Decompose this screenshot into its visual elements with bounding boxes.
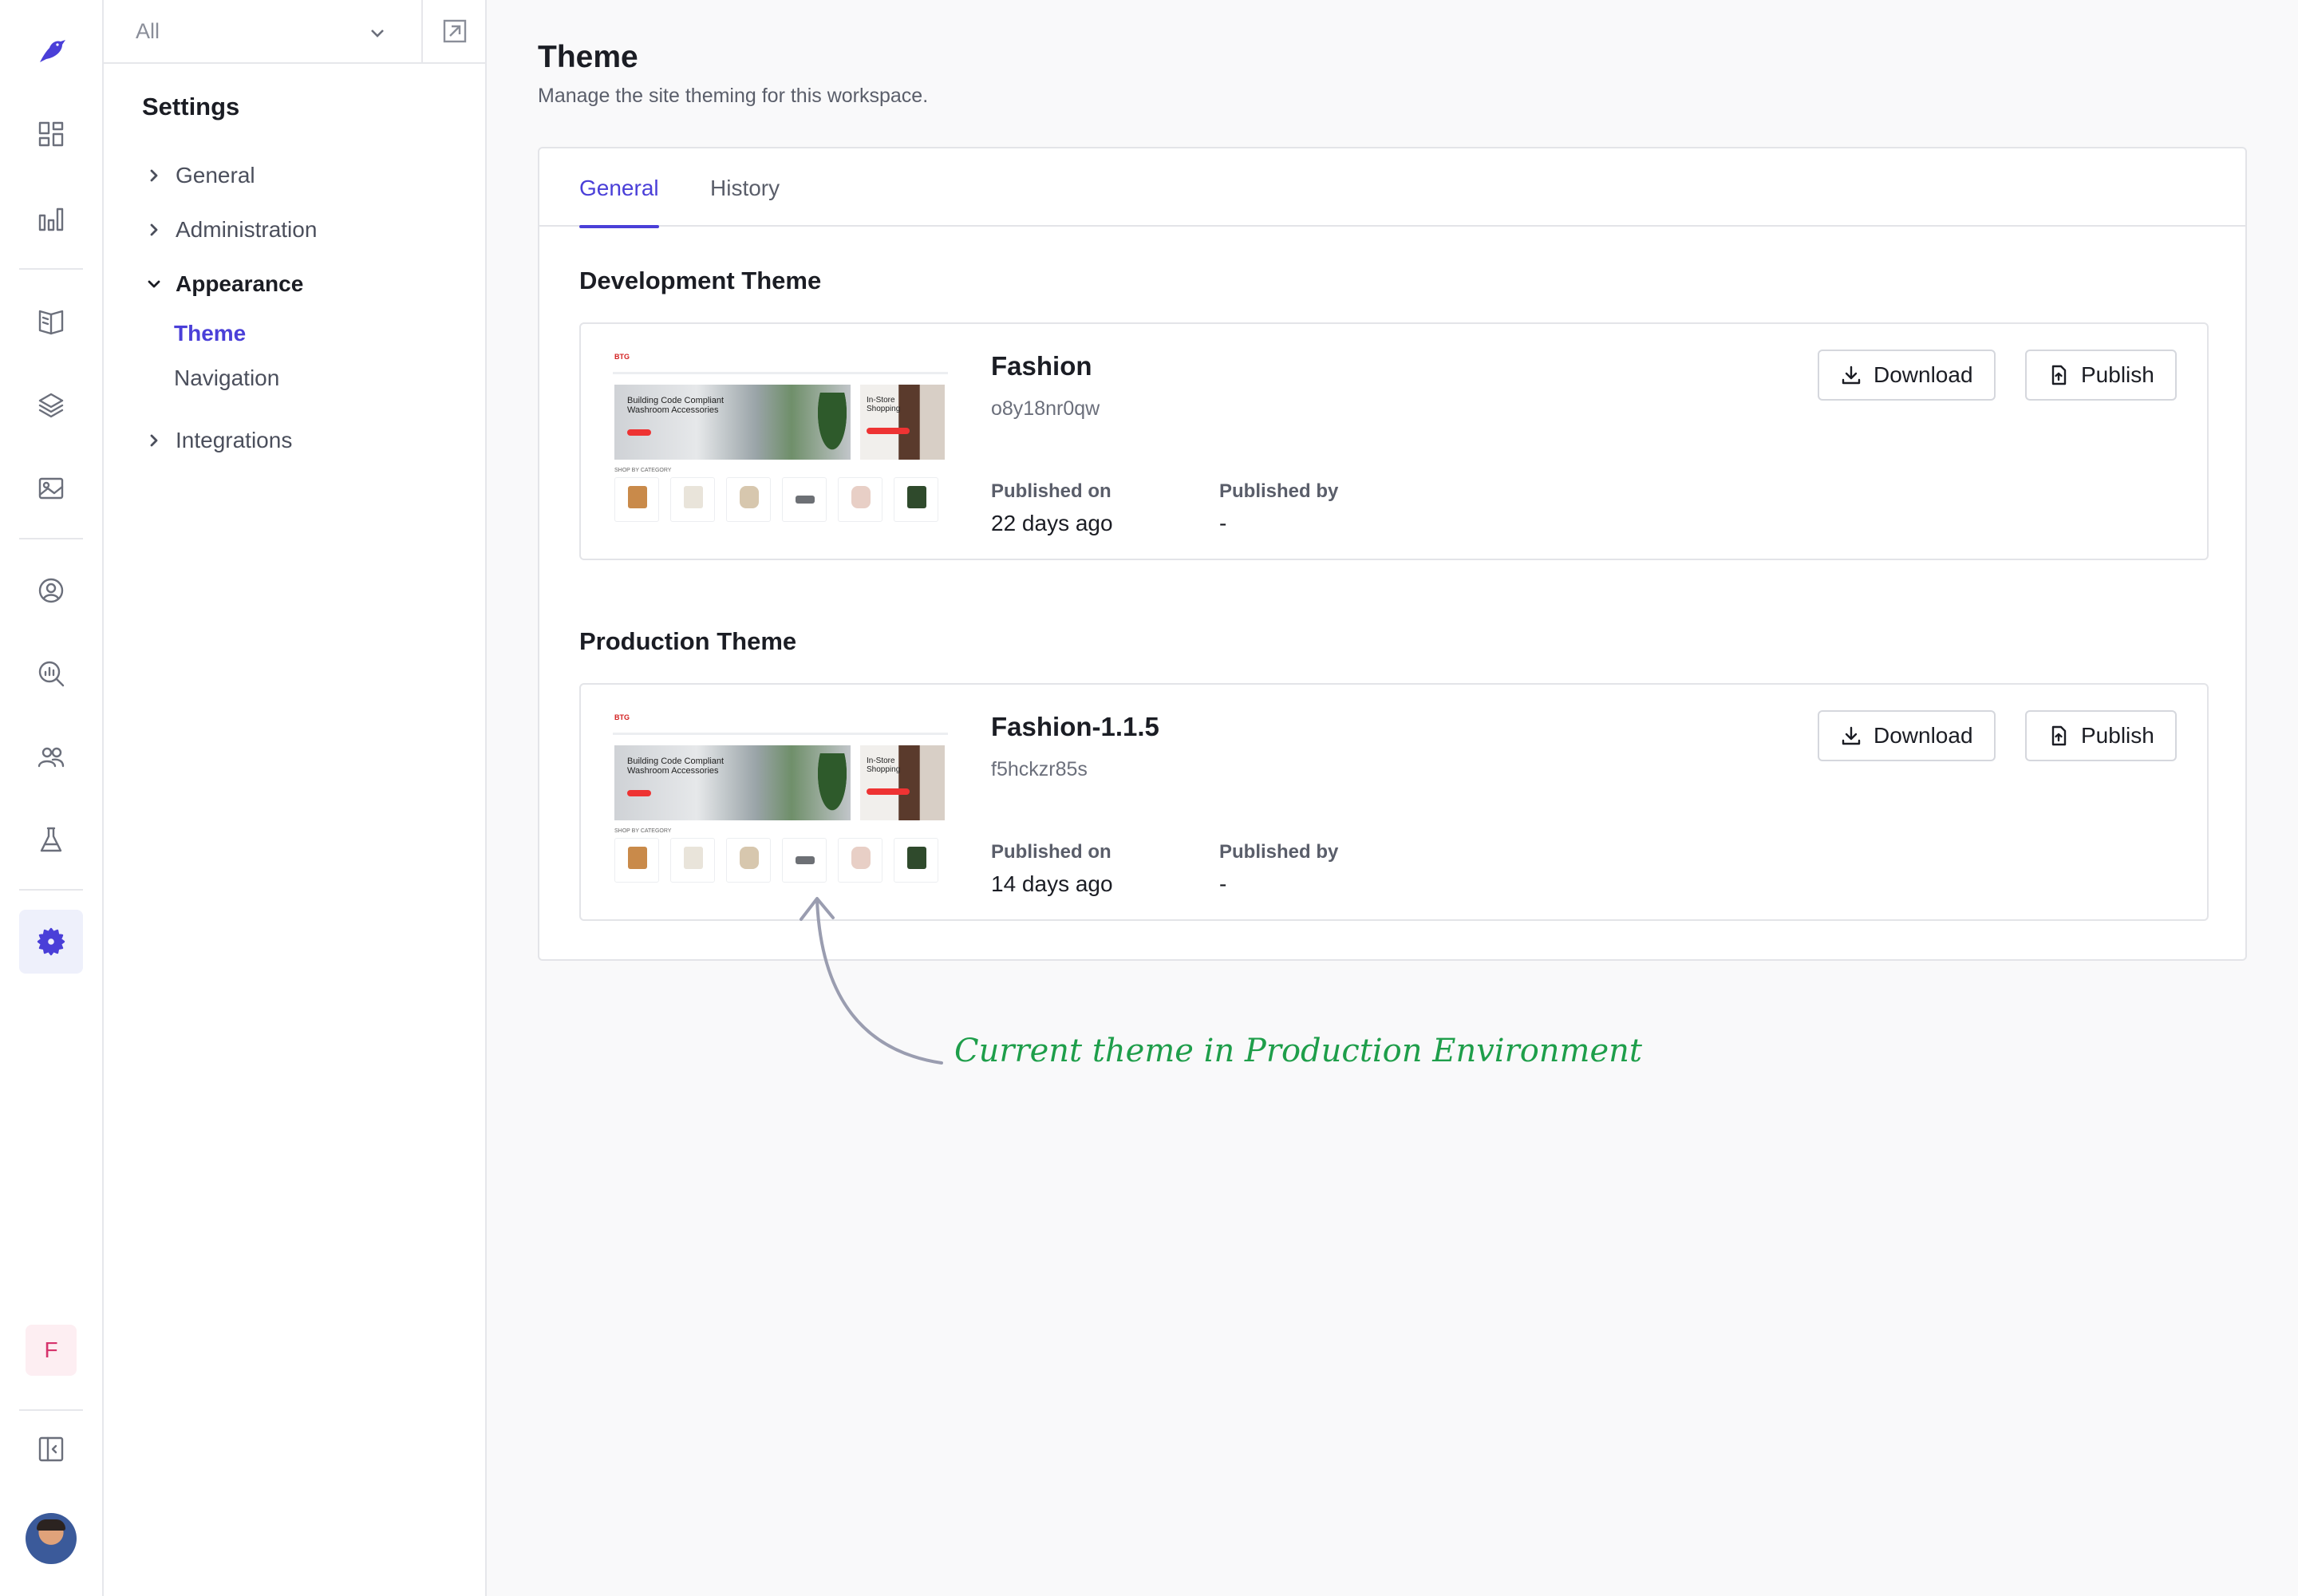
settings-sidebar: All Settings General Administration Appe… (104, 0, 487, 1596)
sidebar-subitem-theme[interactable]: Theme (174, 321, 246, 346)
published-by-value: - (1219, 871, 1227, 896)
annotation-arrow-icon (800, 897, 943, 1065)
sidebar-item-label: Appearance (176, 271, 304, 296)
theme-id: o8y18nr0qw (991, 397, 1100, 420)
sidebar-item-label: Integrations (176, 428, 293, 452)
scope-select[interactable]: All (104, 0, 423, 64)
catalog-book-icon[interactable] (19, 289, 83, 353)
sidebar-item-general[interactable]: General (142, 158, 255, 193)
production-section-title: Production Theme (579, 627, 797, 655)
thumbnail-category-label: SHOP BY CATEGORY (614, 468, 672, 473)
tab-bar: General History (539, 148, 2245, 228)
chevron-down-icon (369, 22, 386, 40)
chevron-right-icon (142, 218, 166, 242)
user-avatar[interactable] (26, 1513, 77, 1564)
download-icon (1842, 365, 1861, 385)
thumbnail-logo: BTG (614, 353, 630, 361)
production-theme-card: BTG Building Code Compliant Washroom Acc… (579, 683, 2209, 921)
page-title: Theme (538, 40, 638, 74)
thumbnail-category-label: SHOP BY CATEGORY (614, 828, 672, 834)
sidebar-item-label: Administration (176, 217, 318, 242)
settings-gear-icon[interactable] (19, 910, 83, 974)
collapse-sidebar-icon[interactable] (19, 1417, 83, 1481)
published-on-label: Published on (991, 841, 1111, 863)
chevron-right-icon (142, 164, 166, 188)
theme-name: Fashion-1.1.5 (991, 712, 1159, 741)
development-theme-card: BTG Building Code Compliant Washroom Acc… (579, 322, 2209, 560)
popout-button[interactable] (423, 0, 487, 64)
team-users-icon[interactable] (19, 725, 83, 788)
published-on-label: Published on (991, 480, 1111, 502)
published-on-value: 22 days ago (991, 511, 1113, 535)
org-badge[interactable]: F (26, 1325, 77, 1376)
media-image-icon[interactable] (19, 456, 83, 520)
sidebar-subitem-navigation[interactable]: Navigation (174, 365, 279, 391)
published-by-label: Published by (1219, 841, 1339, 863)
published-on-value: 14 days ago (991, 871, 1113, 896)
tab-general[interactable]: General (579, 176, 659, 228)
published-by-label: Published by (1219, 480, 1339, 502)
page-subtitle: Manage the site theming for this workspa… (538, 85, 929, 107)
theme-id: f5hckzr85s (991, 758, 1088, 780)
publish-button[interactable]: Publish (2025, 350, 2177, 401)
download-icon (1842, 726, 1861, 745)
publish-button[interactable]: Publish (2025, 710, 2177, 761)
download-button[interactable]: Download (1818, 350, 1996, 401)
published-by-value: - (1219, 511, 1227, 535)
sidebar-item-appearance[interactable]: Appearance (142, 267, 303, 302)
app-rail: F (0, 0, 104, 1596)
search-insights-icon[interactable] (19, 642, 83, 705)
logo-bird-icon[interactable] (19, 19, 83, 83)
thumbnail-promo-text: In-Store Shopping (867, 757, 901, 774)
development-section-title: Development Theme (579, 267, 822, 294)
thumbnail-hero-text: Building Code Compliant Washroom Accesso… (627, 757, 725, 776)
analytics-icon[interactable] (19, 187, 83, 251)
chevron-right-icon (142, 429, 166, 452)
publish-file-icon (2051, 725, 2067, 746)
thumbnail-promo-text: In-Store Shopping (867, 396, 901, 413)
open-external-icon (443, 19, 467, 43)
theme-thumbnail: BTG Building Code Compliant Washroom Acc… (613, 709, 948, 900)
thumbnail-logo: BTG (614, 713, 630, 721)
publish-file-icon (2051, 365, 2067, 385)
sidebar-item-label: General (176, 163, 255, 188)
scope-select-value: All (136, 18, 160, 43)
download-button[interactable]: Download (1818, 710, 1996, 761)
sidebar-item-administration[interactable]: Administration (142, 212, 317, 247)
sidebar-title: Settings (142, 93, 240, 120)
sidebar-item-integrations[interactable]: Integrations (142, 423, 292, 458)
annotation-text: Current theme in Production Environment (954, 1033, 1642, 1069)
theme-name: Fashion (991, 351, 1092, 381)
customers-icon[interactable] (19, 559, 83, 622)
theme-thumbnail: BTG Building Code Compliant Washroom Acc… (613, 348, 948, 539)
theme-panel: General History Development Theme BTG Bu… (538, 147, 2247, 961)
tab-history[interactable]: History (710, 176, 780, 227)
thumbnail-hero-text: Building Code Compliant Washroom Accesso… (627, 396, 725, 415)
experiments-flask-icon[interactable] (19, 808, 83, 871)
dashboard-icon[interactable] (19, 102, 83, 166)
layers-icon[interactable] (19, 373, 83, 437)
chevron-down-icon (142, 272, 166, 296)
